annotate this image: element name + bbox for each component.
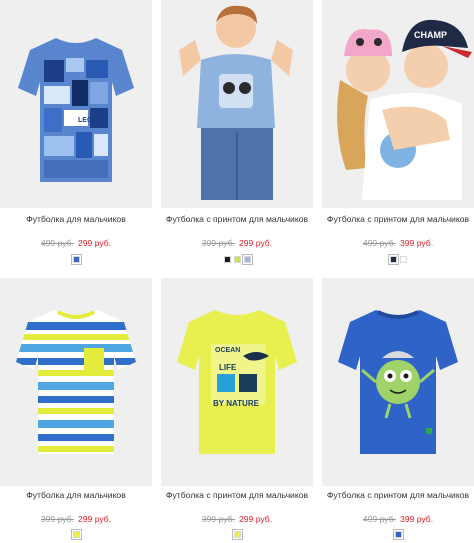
sale-price: 399 руб. (400, 238, 434, 248)
svg-text:CHAMP: CHAMP (414, 30, 447, 40)
old-price: 499 руб. (362, 238, 396, 248)
product-image[interactable] (322, 278, 474, 486)
tshirt-royal-blue-print-illustration (322, 278, 474, 486)
sale-price: 299 руб. (239, 238, 273, 248)
color-swatch[interactable] (231, 529, 243, 540)
color-swatches (322, 254, 474, 265)
color-swatch[interactable] (392, 529, 404, 540)
color-swatches (0, 254, 152, 265)
tshirt-blue-photo-print-illustration: LEGEND (0, 0, 152, 208)
color-swatches (161, 254, 313, 265)
sale-price: 299 руб. (78, 514, 112, 524)
svg-text:LEGEND: LEGEND (78, 117, 107, 124)
color-swatch[interactable] (223, 256, 231, 263)
color-swatch[interactable] (399, 256, 407, 263)
boy-model-illustration (161, 0, 313, 208)
color-swatch[interactable] (70, 254, 82, 265)
product-image[interactable]: CHAMP (322, 0, 474, 208)
product-name[interactable]: Футболка с принтом для мальчиков (322, 214, 474, 225)
color-swatch[interactable] (387, 254, 399, 265)
product-card[interactable]: OCEAN LIFE BY NATURE Футболка с принтом … (161, 278, 313, 543)
old-price: 399 руб. (201, 238, 235, 248)
product-prices: 399 руб. 299 руб. (161, 238, 313, 249)
product-card[interactable]: Футболка с принтом для мальчиков 399 руб… (161, 0, 313, 270)
product-prices: 399 руб. 299 руб. (161, 514, 313, 525)
color-swatches (322, 529, 474, 540)
product-name[interactable]: Футболка с принтом для мальчиков (161, 490, 313, 501)
product-image[interactable]: LEGEND (0, 0, 152, 208)
product-prices: 499 руб. 399 руб. (322, 238, 474, 249)
product-card[interactable]: CHAMP Футболка с принтом для мальчиков 4… (322, 0, 474, 270)
product-image[interactable] (0, 278, 152, 486)
product-card[interactable]: Футболка с принтом для мальчиков 499 руб… (322, 278, 474, 543)
product-prices: 399 руб. 299 руб. (0, 514, 152, 525)
product-image[interactable]: OCEAN LIFE BY NATURE (161, 278, 313, 486)
old-price: 499 руб. (40, 238, 74, 248)
color-swatch[interactable] (241, 254, 253, 265)
product-prices: 499 руб. 299 руб. (0, 238, 152, 249)
product-name[interactable]: Футболка для мальчиков (0, 490, 152, 501)
kids-models-illustration: CHAMP (322, 0, 474, 208)
sale-price: 399 руб. (400, 514, 434, 524)
old-price: 399 руб. (40, 514, 74, 524)
color-swatch[interactable] (233, 256, 241, 263)
color-swatch[interactable] (70, 529, 82, 540)
color-swatches (161, 529, 313, 540)
product-name[interactable]: Футболка с принтом для мальчиков (322, 490, 474, 501)
svg-text:BY NATURE: BY NATURE (213, 399, 260, 408)
product-name[interactable]: Футболка для мальчиков (0, 214, 152, 225)
old-price: 399 руб. (201, 514, 235, 524)
sale-price: 299 руб. (239, 514, 273, 524)
old-price: 499 руб. (362, 514, 396, 524)
color-swatches (0, 529, 152, 540)
product-prices: 499 руб. 399 руб. (322, 514, 474, 525)
svg-text:OCEAN: OCEAN (215, 347, 240, 354)
product-card[interactable]: LEGEND Футболка для мальчиков 499 руб. 29… (0, 0, 152, 270)
product-card[interactable]: Футболка для мальчиков 399 руб. 299 руб. (0, 278, 152, 543)
svg-text:LIFE: LIFE (219, 363, 237, 372)
sale-price: 299 руб. (78, 238, 112, 248)
product-name[interactable]: Футболка с принтом для мальчиков (161, 214, 313, 225)
tshirt-striped-illustration (0, 278, 152, 486)
tshirt-lime-print-illustration: OCEAN LIFE BY NATURE (161, 278, 313, 486)
product-image[interactable] (161, 0, 313, 208)
product-grid: LEGEND Футболка для мальчиков 499 руб. 29… (0, 0, 474, 543)
